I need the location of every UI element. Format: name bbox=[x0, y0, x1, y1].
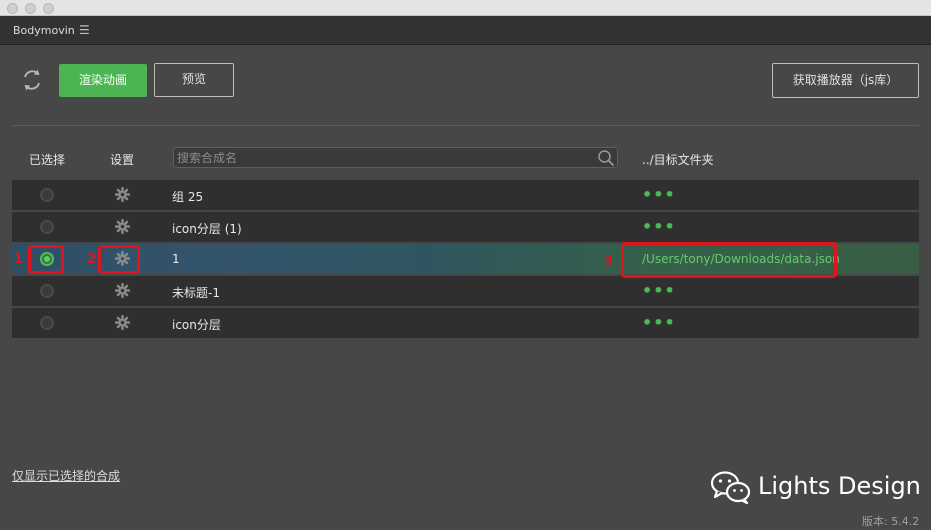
annotation-box-destination bbox=[621, 242, 837, 278]
composition-name: 组 25 bbox=[172, 190, 204, 204]
annotation-box-settings bbox=[98, 245, 140, 274]
gear-icon[interactable] bbox=[115, 219, 130, 234]
composition-row[interactable]: icon分层 ••• bbox=[12, 308, 919, 338]
gear-icon[interactable] bbox=[115, 315, 130, 330]
get-player-button[interactable]: 获取播放器（js库） bbox=[772, 63, 919, 98]
column-header-settings: 设置 bbox=[110, 153, 135, 167]
select-radio[interactable] bbox=[40, 316, 54, 330]
composition-row[interactable]: 未标题-1 ••• bbox=[12, 276, 919, 306]
panel-header: Bodymovin ☰ bbox=[0, 16, 931, 45]
search-field[interactable] bbox=[173, 147, 618, 168]
annotation-number-1: 1 bbox=[14, 252, 24, 267]
watermark: Lights Design bbox=[710, 470, 921, 505]
render-button[interactable]: 渲染动画 bbox=[59, 64, 147, 97]
search-input[interactable] bbox=[177, 149, 587, 166]
annotation-number-3: 3 bbox=[604, 254, 614, 269]
composition-name: 1 bbox=[172, 252, 180, 266]
annotation-box-radio bbox=[28, 245, 64, 274]
destination-dots[interactable]: ••• bbox=[642, 185, 676, 204]
window-titlebar bbox=[0, 0, 931, 16]
gear-icon[interactable] bbox=[115, 187, 130, 202]
composition-name: icon分层 bbox=[172, 318, 221, 332]
column-header-destination: ../目标文件夹 bbox=[642, 153, 714, 167]
composition-row[interactable]: icon分层 (1) ••• bbox=[12, 212, 919, 242]
destination-dots[interactable]: ••• bbox=[642, 217, 676, 236]
gear-icon[interactable] bbox=[115, 283, 130, 298]
composition-row[interactable]: 组 25 ••• bbox=[12, 180, 919, 210]
refresh-icon[interactable] bbox=[20, 68, 44, 92]
preview-button[interactable]: 预览 bbox=[154, 63, 234, 97]
zoom-window-icon[interactable] bbox=[43, 3, 54, 14]
search-icon[interactable] bbox=[597, 149, 615, 167]
show-selected-only-link[interactable]: 仅显示已选择的合成 bbox=[12, 467, 120, 484]
select-radio[interactable] bbox=[40, 220, 54, 234]
composition-name: 未标题-1 bbox=[172, 286, 220, 300]
panel-menu-icon[interactable]: ☰ bbox=[79, 23, 90, 37]
wechat-logo-icon bbox=[710, 471, 751, 505]
destination-dots[interactable]: ••• bbox=[642, 313, 676, 332]
annotation-number-2: 2 bbox=[87, 252, 97, 267]
minimize-window-icon[interactable] bbox=[25, 3, 36, 14]
close-window-icon[interactable] bbox=[7, 3, 18, 14]
panel-title: Bodymovin bbox=[13, 24, 75, 37]
select-radio[interactable] bbox=[40, 284, 54, 298]
divider bbox=[12, 125, 919, 126]
composition-name: icon分层 (1) bbox=[172, 222, 242, 236]
select-radio[interactable] bbox=[40, 188, 54, 202]
destination-dots[interactable]: ••• bbox=[642, 281, 676, 300]
watermark-text: Lights Design bbox=[758, 472, 921, 500]
version-label: 版本: 5.4.2 bbox=[862, 515, 920, 528]
column-header-selected: 已选择 bbox=[29, 153, 66, 167]
